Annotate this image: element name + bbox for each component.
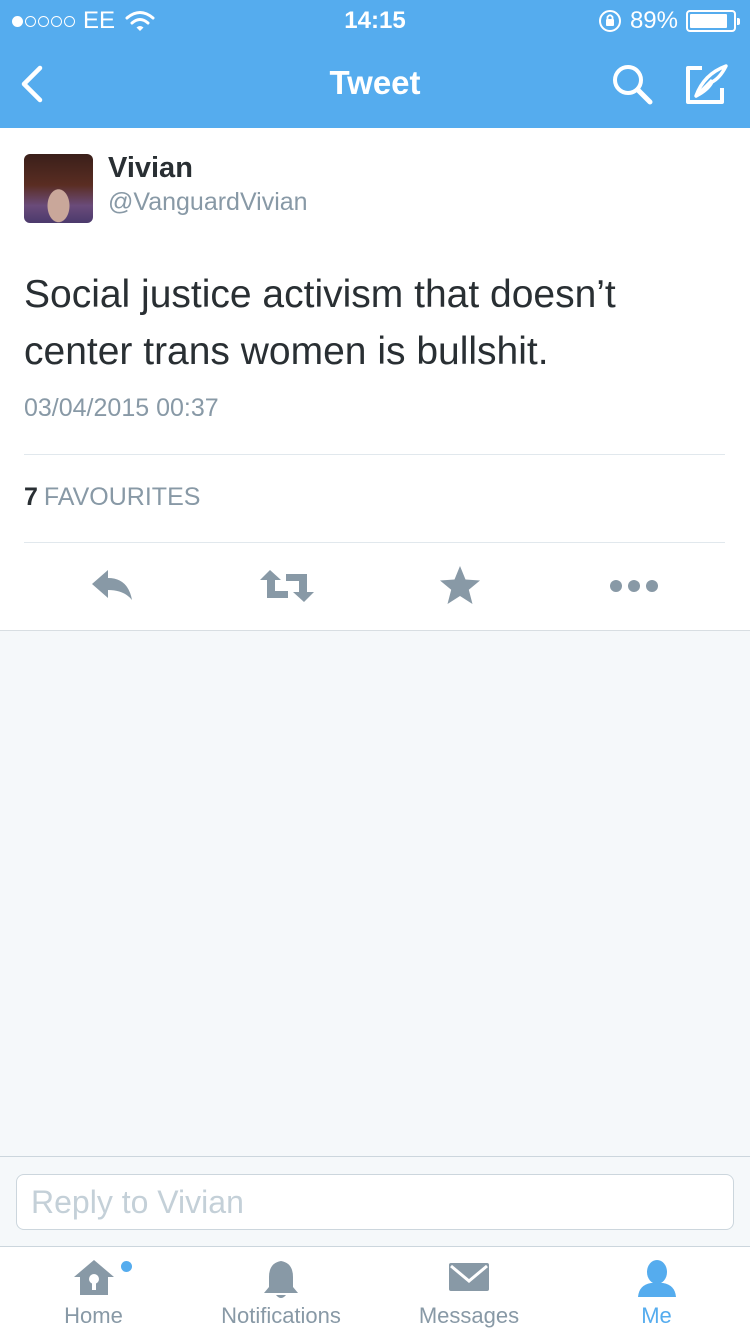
battery-icon xyxy=(686,10,740,32)
home-icon xyxy=(73,1260,114,1295)
tab-home[interactable]: Home xyxy=(0,1247,187,1334)
tab-label: Notifications xyxy=(221,1303,341,1328)
status-bar: EE 14:15 89% xyxy=(0,0,750,40)
reply-input[interactable] xyxy=(16,1174,734,1230)
tab-bar: Home Notifications Messages Me xyxy=(0,1246,750,1334)
battery-level xyxy=(690,14,728,28)
favourites-count: 7 xyxy=(24,483,38,511)
search-button[interactable] xyxy=(608,60,656,108)
divider xyxy=(24,542,725,543)
tweet-timestamp: 03/04/2015 00:37 xyxy=(24,394,219,422)
tweet-text: Social justice activism that doesn’t cen… xyxy=(24,273,616,373)
retweet-button[interactable] xyxy=(258,564,316,608)
reply-icon xyxy=(92,570,132,600)
tab-label: Me xyxy=(641,1303,672,1328)
envelope-icon xyxy=(449,1263,489,1291)
compose-button[interactable] xyxy=(682,60,730,108)
avatar[interactable] xyxy=(24,154,93,223)
tab-label: Home xyxy=(64,1303,123,1328)
divider xyxy=(24,454,725,455)
person-icon xyxy=(637,1260,676,1297)
home-notification-dot xyxy=(121,1261,132,1272)
compose-icon xyxy=(686,64,728,104)
search-icon xyxy=(613,65,653,105)
more-icon xyxy=(610,580,658,592)
favourites-label: FAVOURITES xyxy=(43,483,201,511)
bell-icon xyxy=(264,1261,298,1298)
tab-me[interactable]: Me xyxy=(563,1247,750,1334)
battery-percent: 89% xyxy=(629,7,678,34)
reply-bar xyxy=(0,1156,750,1246)
favourite-button[interactable] xyxy=(436,564,484,608)
more-button[interactable] xyxy=(608,564,660,608)
status-right: 89% xyxy=(598,7,740,35)
author-handle[interactable]: @VanguardVivian xyxy=(108,188,308,217)
favourite-icon xyxy=(440,566,480,604)
retweet-icon xyxy=(260,570,314,602)
tab-messages[interactable]: Messages xyxy=(375,1247,563,1334)
tweet-detail-card: Vivian @VanguardVivian Social justice ac… xyxy=(0,128,750,631)
reply-button[interactable] xyxy=(88,564,136,608)
header: EE 14:15 89% Tweet xyxy=(0,0,750,128)
rotation-lock-icon xyxy=(598,10,621,32)
author-display-name[interactable]: Vivian xyxy=(108,152,193,185)
tab-label: Messages xyxy=(418,1303,520,1328)
favourites-stat[interactable]: 7 FAVOURITES xyxy=(24,483,200,512)
tab-notifications[interactable]: Notifications xyxy=(187,1247,375,1334)
